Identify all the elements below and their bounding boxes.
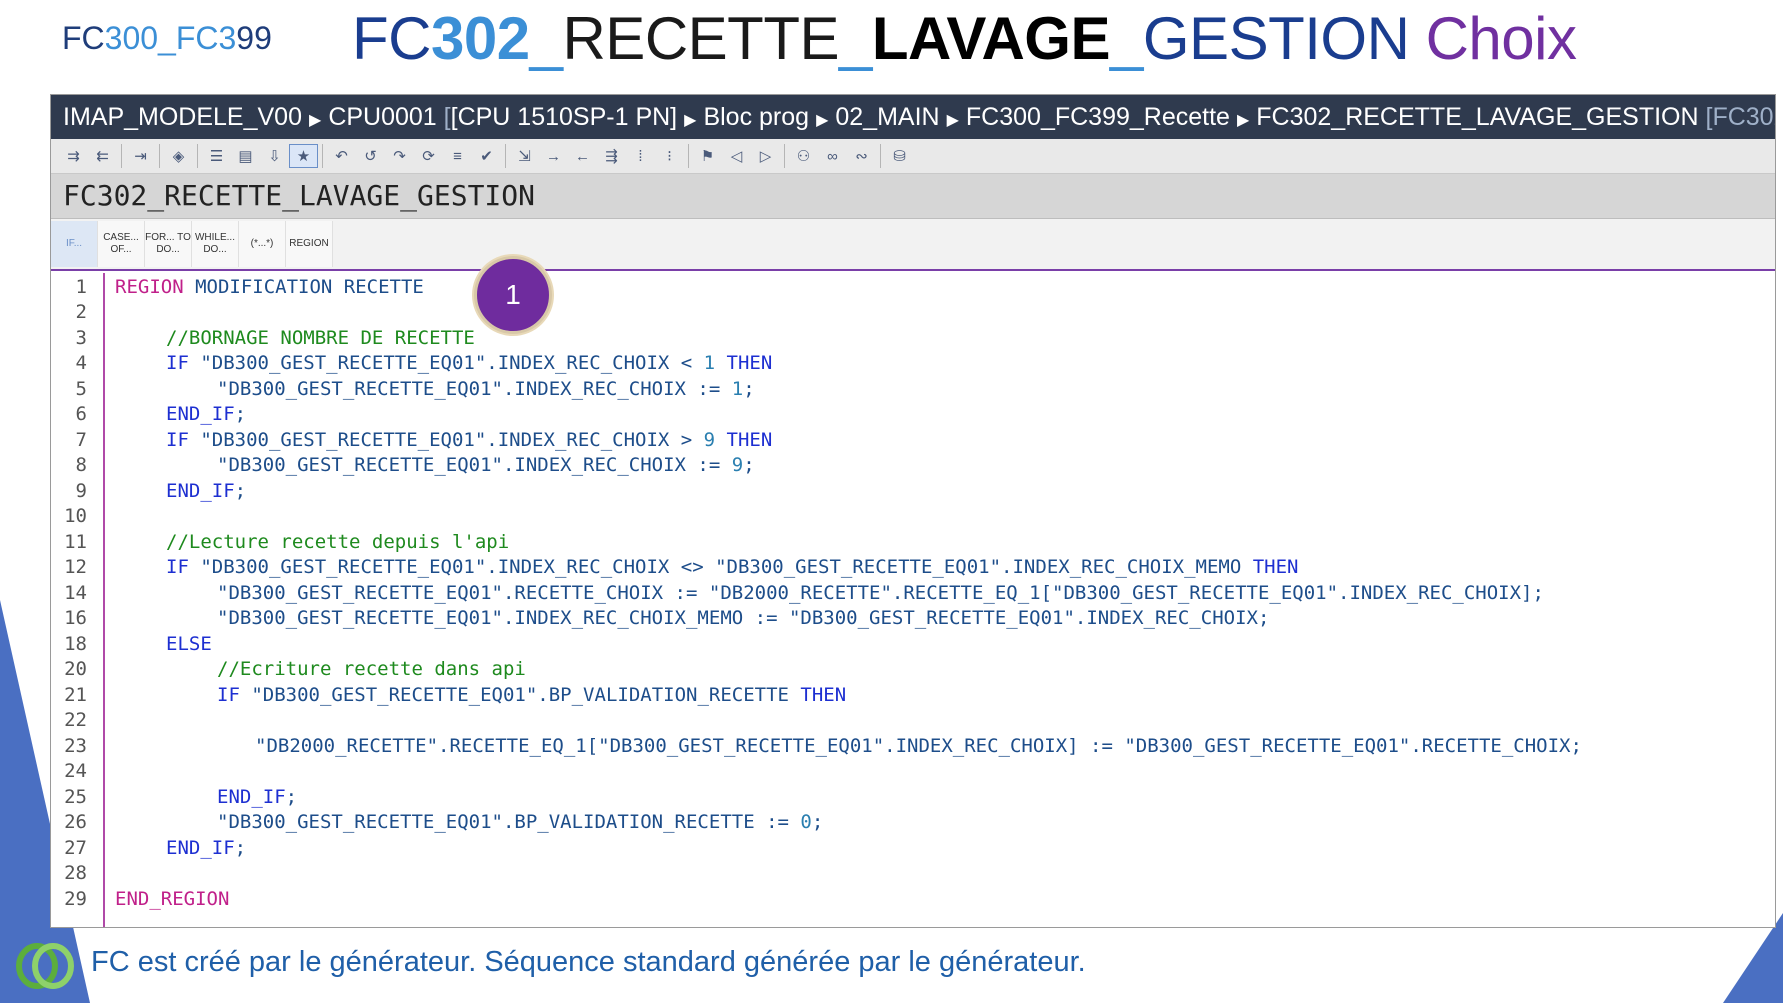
line-number: 21 <box>64 684 87 706</box>
code-line: END_IF; <box>166 403 247 425</box>
block-name-header: FC302_RECETTE_LAVAGE_GESTION <box>51 174 1775 219</box>
code-line: REGION MODIFICATION RECETTE <box>115 276 424 298</box>
line-number: 10 <box>64 505 87 527</box>
snippet-bar: IF... CASE... OF... FOR... TO DO... WHIL… <box>51 219 1775 271</box>
line-number: 11 <box>64 531 87 553</box>
code-line: IF "DB300_GEST_RECETTE_EQ01".INDEX_REC_C… <box>166 429 773 451</box>
code-line: END_IF; <box>166 480 247 502</box>
code-line: ELSE <box>166 633 212 655</box>
line-number: 5 <box>75 378 87 400</box>
monitor-icon[interactable]: ◈ <box>164 144 193 168</box>
line-number-gutter: 1 2 3 4 5 6 7 8 9 10 11 12 14 16 18 20 2… <box>51 273 105 927</box>
glasses-icon[interactable]: ∞ <box>818 144 847 168</box>
refresh-icon[interactable]: ⟳ <box>414 144 443 168</box>
line-number: 2 <box>75 301 87 323</box>
bookmark-icon[interactable]: ⚑ <box>693 144 722 168</box>
redo-icon[interactable]: ↷ <box>385 144 414 168</box>
undo-icon[interactable]: ↶ <box>327 144 356 168</box>
code-line: IF "DB300_GEST_RECETTE_EQ01".BP_VALIDATI… <box>217 684 847 706</box>
line-number: 14 <box>64 582 87 604</box>
editor-toolbar: ⇉ ⇇ ⇥ ◈ ☰ ▤ ⇩ ★ ↶ ↺ ↷ ⟳ ≡ ✔ ⇲ → ← ⇶ ⁞ ⁝ … <box>51 139 1775 174</box>
code-line: "DB300_GEST_RECETTE_EQ01".BP_VALIDATION_… <box>217 811 824 833</box>
breadcrumb-cpu[interactable]: CPU0001 <box>328 103 436 131</box>
code-editor[interactable]: 1 2 3 4 5 6 7 8 9 10 11 12 14 16 18 20 2… <box>51 273 1775 927</box>
line-number: 7 <box>75 429 87 451</box>
footer-caption: FC est créé par le générateur. Séquence … <box>91 946 1086 978</box>
next-bookmark-icon[interactable]: ▷ <box>751 144 780 168</box>
breadcrumb-project[interactable]: IMAP_MODELE_V00 <box>63 103 302 131</box>
glasses-off-icon[interactable]: ∾ <box>847 144 876 168</box>
line-number: 25 <box>64 786 87 808</box>
uncomment-icon[interactable]: ⁝ <box>655 144 684 168</box>
breadcrumb-cpu-type: [CPU 1510SP-1 PN] <box>450 103 678 131</box>
code-line: //BORNAGE NOMBRE DE RECETTE <box>166 327 475 349</box>
code-line: IF "DB300_GEST_RECETTE_EQ01".INDEX_REC_C… <box>166 352 773 374</box>
insert-network-icon[interactable]: ⇉ <box>59 144 88 168</box>
watch-icon[interactable]: ⚇ <box>789 144 818 168</box>
code-line: //Lecture recette depuis l'api <box>166 531 510 553</box>
generator-logo-icon <box>16 943 74 989</box>
database-icon[interactable]: ⛁ <box>885 144 914 168</box>
snippet-if[interactable]: IF... <box>51 221 98 267</box>
code-line: "DB300_GEST_RECETTE_EQ01".RECETTE_CHOIX … <box>217 582 1544 604</box>
prev-bookmark-icon[interactable]: ◁ <box>722 144 751 168</box>
breadcrumb-main-folder[interactable]: 02_MAIN <box>835 103 939 131</box>
step-badge: 1 <box>474 256 552 334</box>
check-icon[interactable]: ✔ <box>472 144 501 168</box>
goto-icon[interactable]: ⇥ <box>126 144 155 168</box>
code-line: "DB300_GEST_RECETTE_EQ01".INDEX_REC_CHOI… <box>217 454 755 476</box>
line-number: 28 <box>64 862 87 884</box>
download-icon[interactable]: ⇩ <box>260 144 289 168</box>
code-text[interactable]: REGION MODIFICATION RECETTE //BORNAGE NO… <box>103 273 1775 927</box>
breadcrumb-block-number: [FC302] <box>1705 103 1776 131</box>
align-icon[interactable]: ⇶ <box>597 144 626 168</box>
line-number: 1 <box>75 276 87 298</box>
line-number: 18 <box>64 633 87 655</box>
corner-label: FC300_FC399 <box>62 20 272 56</box>
indent-less-icon[interactable]: ← <box>568 144 597 168</box>
code-line: END_IF; <box>166 837 247 859</box>
line-number: 12 <box>64 556 87 578</box>
breadcrumb-block[interactable]: FC302_RECETTE_LAVAGE_GESTION <box>1256 103 1698 131</box>
breadcrumb: IMAP_MODELE_V00 ▶ CPU0001 [[CPU 1510SP-1 P… <box>51 95 1775 139</box>
comment-icon[interactable]: ⁞ <box>626 144 655 168</box>
code-line: "DB300_GEST_RECETTE_EQ01".INDEX_REC_CHOI… <box>217 607 1270 629</box>
slide-title: FC302_RECETTE_LAVAGE_GESTION Choix <box>352 5 1577 72</box>
breadcrumb-recette-folder[interactable]: FC300_FC399_Recette <box>966 103 1230 131</box>
line-number: 20 <box>64 658 87 680</box>
code-line: "DB2000_RECETTE".RECETTE_EQ_1["DB300_GES… <box>255 735 1582 757</box>
snippet-comment[interactable]: (*...*) <box>239 221 286 267</box>
document-icon[interactable]: ▤ <box>231 144 260 168</box>
delete-network-icon[interactable]: ⇇ <box>88 144 117 168</box>
line-number: 22 <box>64 709 87 731</box>
line-number: 24 <box>64 760 87 782</box>
snippet-for[interactable]: FOR... TO DO... <box>145 221 192 267</box>
line-number: 6 <box>75 403 87 425</box>
code-line: END_REGION <box>115 888 230 910</box>
line-number: 8 <box>75 454 87 476</box>
code-line: "DB300_GEST_RECETTE_EQ01".INDEX_REC_CHOI… <box>217 378 755 400</box>
line-number: 3 <box>75 327 87 349</box>
code-line: END_IF; <box>217 786 298 808</box>
highlight-icon[interactable]: ★ <box>289 144 318 168</box>
breadcrumb-program-blocks[interactable]: Bloc prog <box>703 103 809 131</box>
code-line: //Ecriture recette dans api <box>217 658 526 680</box>
line-number: 26 <box>64 811 87 833</box>
line-number: 29 <box>64 888 87 910</box>
snippet-region[interactable]: REGION <box>286 221 333 267</box>
line-number: 16 <box>64 607 87 629</box>
format-icon[interactable]: ≡ <box>443 144 472 168</box>
snippet-case[interactable]: CASE... OF... <box>98 221 145 267</box>
line-number: 23 <box>64 735 87 757</box>
snippet-while[interactable]: WHILE... DO... <box>192 221 239 267</box>
list-icon[interactable]: ☰ <box>202 144 231 168</box>
editor-window: IMAP_MODELE_V00 ▶ CPU0001 [[CPU 1510SP-1 P… <box>50 94 1776 928</box>
indent-icon[interactable]: ⇲ <box>510 144 539 168</box>
line-number: 27 <box>64 837 87 859</box>
indent-more-icon[interactable]: → <box>539 144 568 168</box>
line-number: 4 <box>75 352 87 374</box>
code-line: IF "DB300_GEST_RECETTE_EQ01".INDEX_REC_C… <box>166 556 1299 578</box>
line-number: 9 <box>75 480 87 502</box>
undo-all-icon[interactable]: ↺ <box>356 144 385 168</box>
